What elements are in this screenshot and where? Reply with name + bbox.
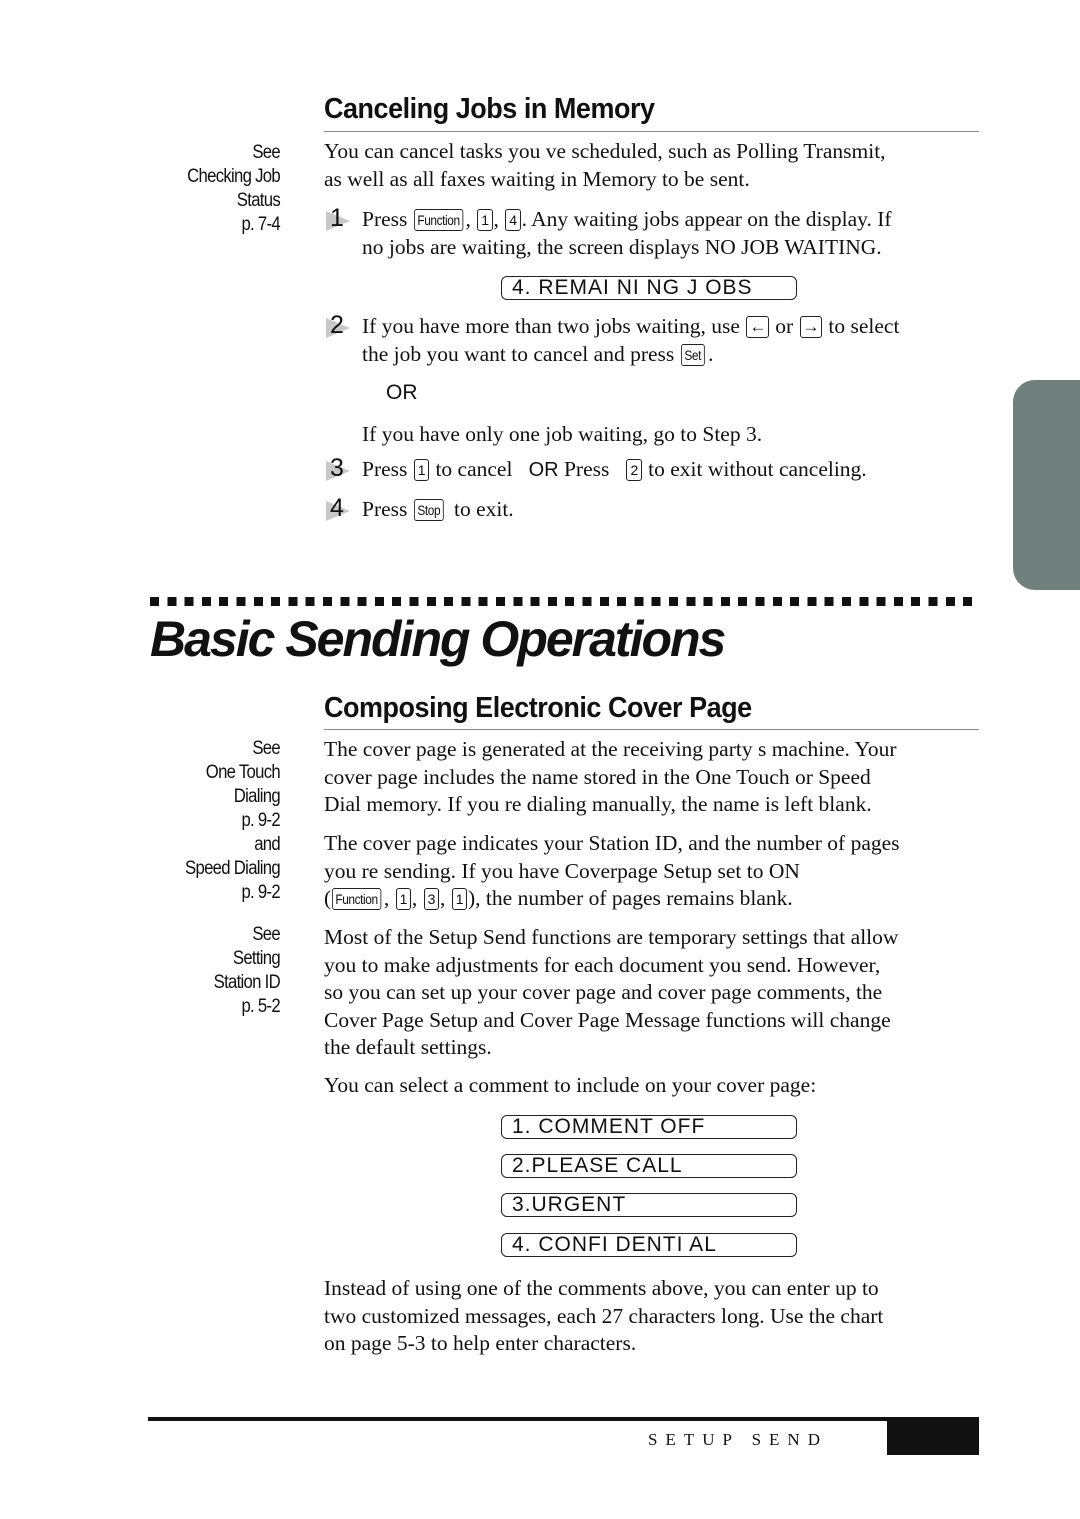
text: ( (324, 886, 332, 910)
key-1: 1 (451, 888, 468, 910)
step-number: 2 (330, 311, 344, 339)
text: , (383, 886, 395, 910)
step-marker: 2 (324, 311, 356, 340)
footer-section-label: SETUP SEND (648, 1430, 828, 1449)
lcd-display-remaining-jobs: 4. REMAI NI NG J OBS (501, 276, 797, 300)
lcd-option-confidential: 4. CONFI DENTI AL (501, 1233, 797, 1257)
text-line: the default settings. (324, 1035, 492, 1059)
footer-rule (148, 1417, 979, 1421)
key-function: Function (413, 209, 463, 231)
text: ), the number of pages remains blank. (468, 886, 793, 910)
sidenote-line: See (252, 738, 280, 759)
chapter-title: Basic Sending Operations (150, 611, 726, 667)
sidenote-line: See (252, 142, 280, 163)
text-line: Most of the Setup Send functions are tem… (324, 925, 899, 949)
key-set: Set (680, 343, 705, 366)
text-line: you to make adjustments for each documen… (324, 952, 881, 977)
sidenote-page-ref[interactable]: p. 9-2 (157, 809, 280, 833)
step-number: 3 (330, 454, 344, 482)
text: , (411, 886, 423, 910)
text: Press (362, 457, 413, 481)
text-line: Cover Page Setup and Cover Page Message … (324, 1007, 891, 1032)
paragraph-custom-messages: Instead of using one of the comments abo… (324, 1275, 984, 1358)
text: or (769, 314, 799, 338)
text: , (439, 886, 451, 910)
sidenote-link[interactable]: One Touch (157, 761, 281, 785)
key-stop: Stop (413, 499, 444, 521)
dotted-divider (150, 597, 980, 606)
text: , (493, 207, 505, 231)
text-line: so you can set up your cover page and co… (324, 980, 883, 1004)
sidenote-line: and (254, 834, 280, 855)
key-1: 1 (477, 209, 493, 231)
footer-page-block (887, 1417, 979, 1455)
key-function: Function (332, 888, 382, 910)
lcd-option-urgent: 3.URGENT (501, 1193, 797, 1217)
sidenote-page-ref[interactable]: p. 9-2 (157, 881, 280, 905)
key-1: 1 (395, 888, 411, 910)
text: Press (362, 207, 413, 231)
lcd-option-please-call: 2.PLEASE CALL (501, 1154, 797, 1178)
text-line: you re sending. If you have Coverpage Se… (324, 858, 800, 883)
key-2: 2 (626, 459, 642, 481)
step-marker: 4 (324, 494, 356, 523)
sidenote-link[interactable]: Checking Job (157, 165, 281, 189)
text-line: two customized messages, each 27 charact… (324, 1303, 884, 1328)
step-number: 1 (330, 204, 344, 232)
section-heading-canceling-jobs: Canceling Jobs in Memory (324, 93, 655, 125)
sidenote-link[interactable]: Station ID (157, 971, 281, 995)
text: to exit without canceling. (642, 457, 867, 481)
sidenote-link[interactable]: Setting (157, 947, 281, 971)
sidenote-link[interactable]: Dialing (157, 785, 281, 809)
sidenote-page-ref[interactable]: p. 7-4 (157, 213, 280, 237)
sidenote-link[interactable]: Speed Dialing (157, 857, 281, 881)
text-line: You can cancel tasks you ve scheduled, s… (324, 139, 886, 163)
text-line: no jobs are waiting, the screen displays… (362, 234, 882, 259)
left-arrow-key-icon: ← (746, 316, 769, 338)
key-4: 4 (505, 209, 521, 231)
chapter-side-tab (1013, 380, 1080, 590)
text: to cancel (430, 457, 529, 481)
text-line: cover page includes the name stored in t… (324, 764, 871, 789)
right-arrow-key-icon: → (799, 316, 823, 338)
text-line: as well as all faxes waiting in Memory t… (324, 166, 750, 191)
text-line: The cover page indicates your Station ID… (324, 831, 900, 855)
sidenote-checking-job-status: See Checking Job Status p. 7-4 (157, 141, 281, 237)
sidenote-page-ref[interactable]: p. 5-2 (157, 995, 280, 1019)
or-label: OR (528, 459, 559, 481)
or-label: OR (386, 381, 418, 404)
paragraph-select-comment: You can select a comment to include on y… (324, 1073, 817, 1097)
heading-rule (324, 729, 979, 730)
paragraph-station-id: The cover page indicates your Station ID… (324, 830, 984, 913)
step-number: 4 (330, 494, 344, 522)
step-marker: 3 (324, 454, 356, 483)
text: If you have more than two jobs waiting, … (362, 314, 746, 338)
text-line: Instead of using one of the comments abo… (324, 1276, 879, 1300)
text: . Any waiting jobs appear on the display… (521, 207, 892, 231)
heading-rule (324, 131, 979, 132)
step-marker: 1 (324, 204, 356, 233)
text-line: The cover page is generated at the recei… (324, 737, 897, 761)
text-line: on page 5-3 to help enter characters. (324, 1331, 637, 1355)
lcd-option-comment-off: 1. COMMENT OFF (501, 1115, 797, 1139)
key-1: 1 (413, 459, 430, 481)
sidenote-setting-station-id: See Setting Station ID p. 5-2 (157, 923, 281, 1019)
sidenote-link[interactable]: Status (157, 189, 281, 213)
paragraph-setup-send-functions: Most of the Setup Send functions are tem… (324, 924, 984, 1062)
single-job-text: If you have only one job waiting, go to … (362, 422, 763, 446)
sidenote-line: See (252, 924, 280, 945)
key-3: 3 (423, 888, 439, 910)
text: Press (362, 497, 413, 521)
text-line: Dial memory. If you re dialing manually,… (324, 792, 872, 816)
text: the job you want to cancel and press (362, 341, 680, 366)
text: . (708, 341, 714, 366)
text: , (465, 207, 477, 231)
sidenote-one-touch-speed-dialing: See One Touch Dialing p. 9-2 and Speed D… (157, 737, 281, 905)
text: Press (558, 457, 626, 481)
text: to exit. (448, 497, 514, 521)
intro-paragraph: You can cancel tasks you ve scheduled, s… (324, 138, 984, 193)
paragraph-cover-generated: The cover page is generated at the recei… (324, 736, 984, 819)
text: to select (823, 314, 900, 338)
section-heading-cover-page: Composing Electronic Cover Page (324, 692, 752, 724)
